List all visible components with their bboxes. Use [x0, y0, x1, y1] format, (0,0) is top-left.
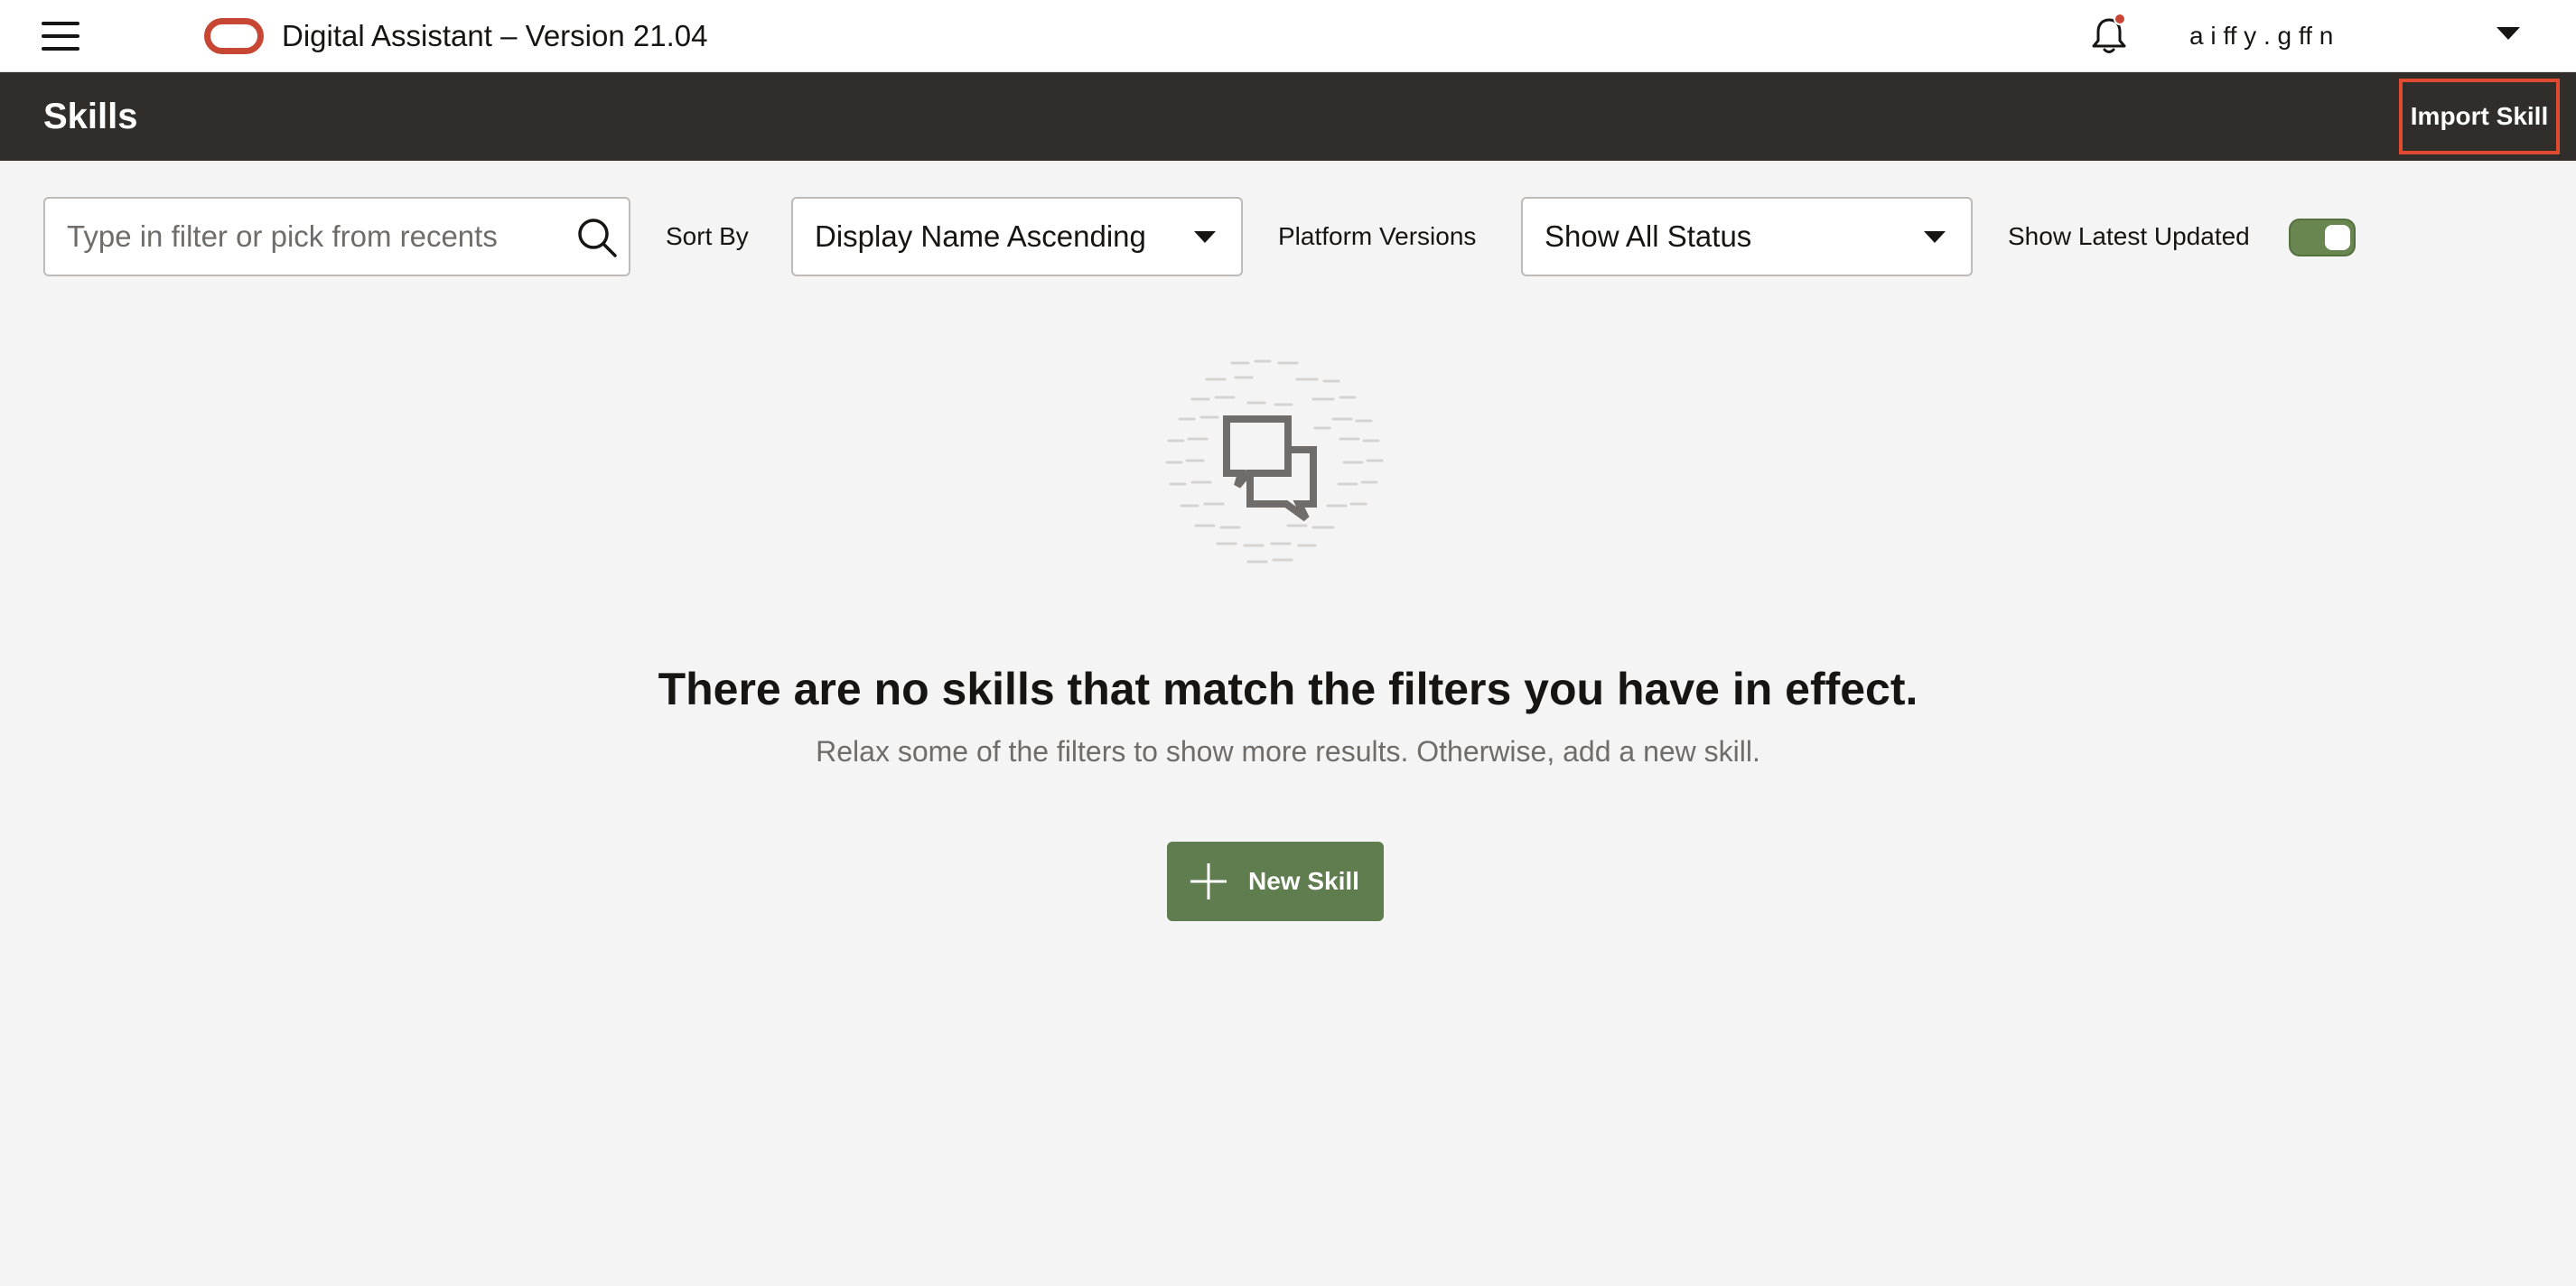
empty-state-heading: There are no skills that match the filte…	[658, 664, 1918, 714]
notifications-button[interactable]	[2086, 13, 2132, 58]
chevron-down-icon[interactable]	[2497, 27, 2520, 40]
page-title: Skills	[43, 97, 138, 136]
sort-by-select[interactable]: Display Name Ascending	[791, 197, 1243, 276]
new-skill-label: New Skill	[1248, 867, 1359, 895]
hamburger-menu-icon[interactable]	[42, 22, 79, 51]
import-skill-button[interactable]: Import Skill	[2399, 79, 2560, 154]
notification-badge	[2114, 13, 2126, 25]
sort-by-value: Display Name Ascending	[815, 219, 1146, 253]
search-input[interactable]	[45, 199, 551, 275]
platform-versions-label: Platform Versions	[1278, 222, 1477, 250]
chat-bubbles-icon	[1165, 359, 1384, 564]
page-header: Skills Import Skill	[0, 72, 2576, 161]
app-title: Digital Assistant – Version 21.04	[282, 19, 708, 52]
show-latest-updated-label: Show Latest Updated	[2008, 222, 2250, 250]
sort-by-label: Sort By	[666, 222, 749, 250]
filter-search	[43, 197, 630, 276]
search-icon[interactable]	[574, 215, 620, 260]
platform-versions-select[interactable]: Show All Status	[1521, 197, 1973, 276]
show-latest-updated-toggle[interactable]	[2289, 219, 2356, 256]
toggle-knob	[2325, 225, 2350, 250]
platform-versions-value: Show All Status	[1545, 219, 1752, 253]
chevron-down-icon	[1194, 231, 1216, 243]
user-menu[interactable]: a i ff y . g ff n	[2189, 16, 2478, 56]
empty-state-subtext: Relax some of the filters to show more r…	[816, 735, 1760, 768]
plus-icon	[1190, 863, 1227, 899]
top-bar: Digital Assistant – Version 21.04 a i ff…	[0, 0, 2576, 72]
new-skill-button[interactable]: New Skill	[1167, 842, 1384, 921]
chevron-down-icon	[1924, 231, 1946, 243]
oracle-logo	[204, 18, 264, 54]
